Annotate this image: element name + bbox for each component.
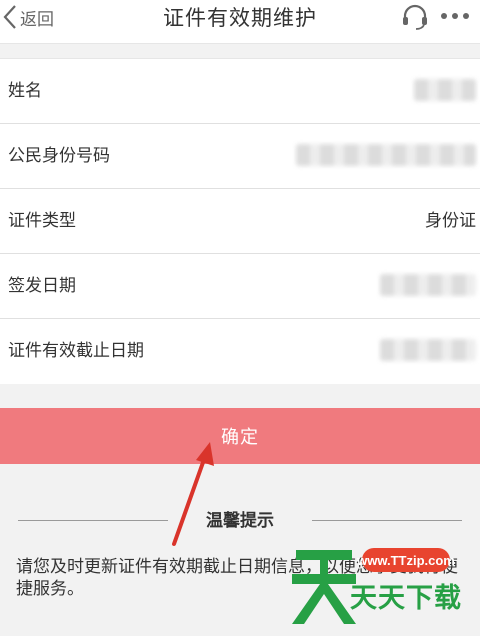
tips-heading: 温馨提示 — [18, 507, 462, 535]
id-form: 姓名 公民身份号码 证件类型 身份证 签发日期 证件有效截止日期 — [0, 58, 480, 384]
form-row-id-number[interactable]: 公民身份号码 — [0, 124, 480, 189]
label-expiry-date: 证件有效截止日期 — [8, 341, 144, 361]
redacted-id-number — [296, 144, 476, 166]
tips-divider-right — [312, 520, 462, 521]
label-issue-date: 签发日期 — [8, 276, 76, 296]
redacted-issue-date — [380, 274, 476, 296]
watermark: www.TTzip.com 天天下载 — [290, 540, 476, 632]
label-id-number: 公民身份号码 — [8, 146, 110, 166]
redacted-expiry-date — [380, 339, 476, 361]
form-row-expiry-date[interactable]: 证件有效截止日期 — [0, 319, 480, 384]
label-id-type: 证件类型 — [8, 211, 76, 231]
value-id-type: 身份证 — [425, 211, 476, 231]
nav-bar: 返回 证件有效期维护 — [0, 0, 480, 44]
label-name: 姓名 — [8, 81, 42, 101]
tips-title: 温馨提示 — [206, 511, 274, 531]
watermark-url: www.TTzip.com — [357, 548, 455, 572]
watermark-text: 天天下载 — [350, 583, 462, 614]
form-row-issue-date[interactable]: 签发日期 — [0, 254, 480, 319]
more-icon[interactable] — [440, 12, 470, 20]
confirm-button[interactable]: 确定 — [0, 408, 480, 464]
redacted-name — [414, 79, 476, 101]
form-row-name[interactable]: 姓名 — [0, 59, 480, 124]
form-row-id-type[interactable]: 证件类型 身份证 — [0, 189, 480, 254]
headset-icon[interactable] — [400, 2, 430, 30]
